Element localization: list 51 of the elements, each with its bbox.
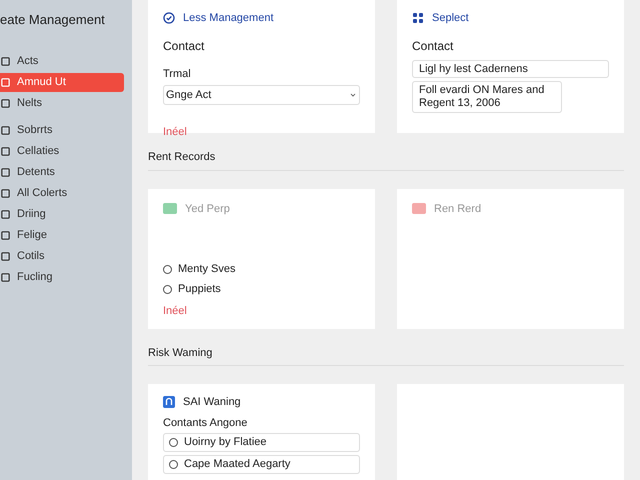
square-icon [0, 272, 11, 282]
radio-button[interactable] [163, 284, 172, 294]
radio-button[interactable] [169, 438, 178, 447]
card-heading: Contact [163, 38, 206, 54]
sidebar-item[interactable]: All Colerts [0, 184, 132, 202]
field-label: Trmal [163, 66, 192, 82]
square-icon [0, 124, 11, 136]
cancel-link[interactable]: Inéel [163, 126, 187, 138]
sidebar-item[interactable]: Fucling [0, 268, 132, 286]
grid-icon [412, 12, 424, 24]
square-icon [0, 188, 11, 198]
square-icon [0, 76, 11, 88]
radio-option[interactable]: Menty Sves [163, 259, 360, 279]
sidebar-item[interactable]: Cotils [0, 246, 132, 266]
card-title: Yed Perp [185, 202, 230, 216]
radio-option[interactable]: Puppiets [163, 279, 360, 299]
card-title: Ren Rerd [434, 202, 482, 216]
card-title: SAI Waning [183, 395, 241, 410]
sidebar-title: eate Management [0, 11, 106, 29]
radio-button[interactable] [169, 460, 178, 469]
check-circle-icon [163, 12, 175, 24]
text-input[interactable]: Ligl hy lest Cadernens [412, 60, 609, 78]
radio-field[interactable]: Uoirny by Flatiee [163, 433, 360, 452]
square-icon [0, 250, 11, 262]
radio-field[interactable]: Cape Maated Aegarty [163, 455, 360, 474]
card-heading: Contact [412, 38, 454, 54]
square-icon [0, 230, 11, 240]
caret-icon [349, 91, 357, 99]
card-heading: Contants Angone [163, 416, 248, 430]
sidebar-item[interactable]: Sobrrts [0, 120, 132, 140]
card-title: Seplect [432, 11, 469, 26]
section-title: Rent Records [148, 150, 216, 165]
sidebar-item[interactable]: Felige [0, 226, 132, 244]
dropdown-field[interactable]: Gnge Act [163, 85, 360, 105]
sidebar-item[interactable]: Cellaties [0, 142, 132, 160]
section-title: Risk Waming [148, 346, 214, 360]
sidebar-item[interactable]: Driing [0, 204, 132, 224]
app-icon [163, 396, 175, 408]
text-area[interactable]: Foll evardi ON Mares and Regent 13, 2006 [412, 80, 562, 112]
square-icon [0, 208, 11, 220]
sidebar-item[interactable]: Detents [0, 162, 132, 182]
sidebar-item[interactable]: Acts [0, 52, 132, 70]
card-title: Less Management [183, 11, 274, 26]
radio-button[interactable] [163, 264, 172, 274]
square-icon [0, 146, 11, 156]
square-icon [0, 166, 11, 178]
square-icon [0, 98, 11, 108]
sidebar-item[interactable]: Nelts [0, 94, 132, 112]
square-icon [0, 56, 11, 66]
cancel-link[interactable]: Inéel [163, 303, 360, 320]
sidebar-item[interactable]: Amnud Ut [0, 72, 124, 92]
